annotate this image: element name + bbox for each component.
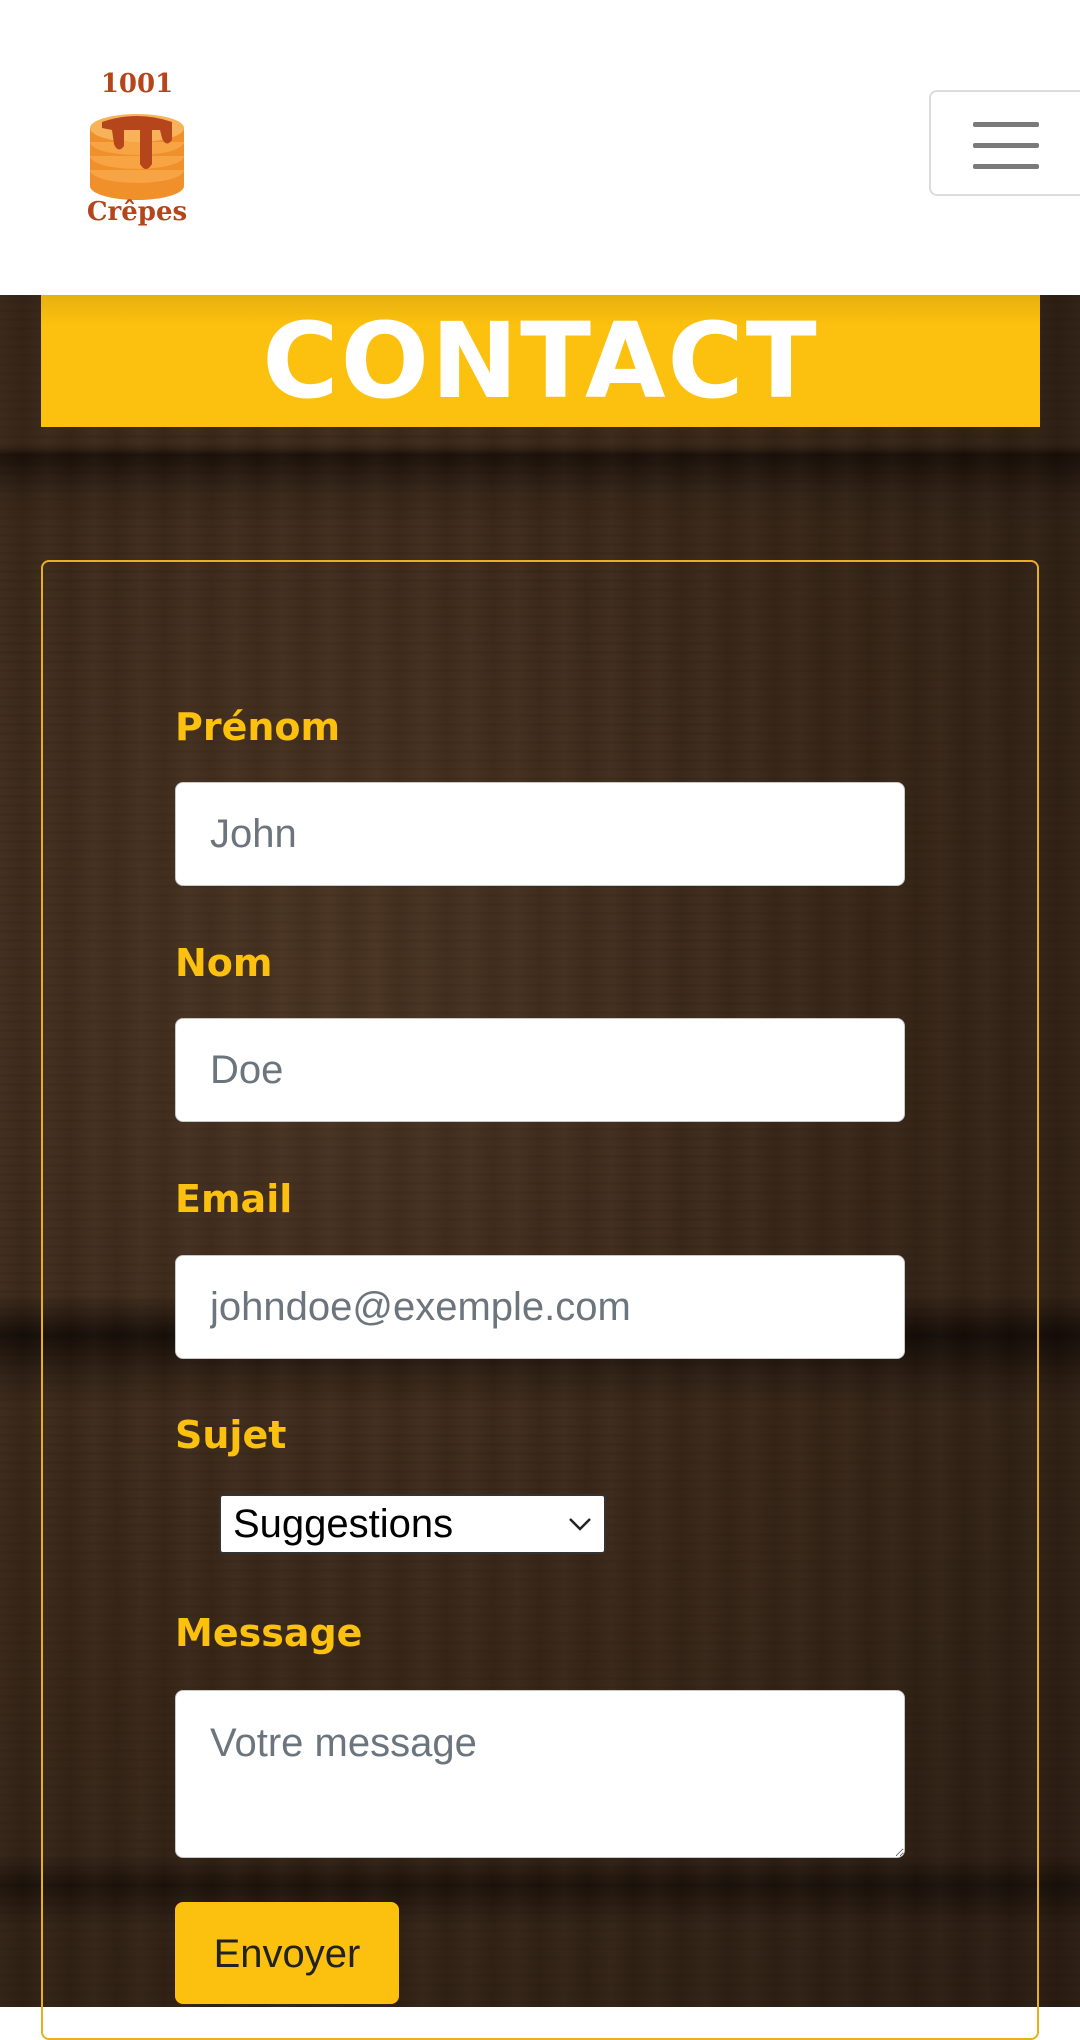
- crepe-stack-icon: 1001 Crêpes: [87, 69, 187, 227]
- contact-banner: CONTACT: [41, 295, 1040, 427]
- page-title: CONTACT: [262, 300, 819, 422]
- subject-selected-value: Suggestions: [233, 1501, 454, 1546]
- submit-button[interactable]: Envoyer: [175, 1902, 399, 2004]
- logo-name: Crêpes: [87, 197, 187, 226]
- email-input[interactable]: [175, 1255, 905, 1359]
- last-name-label: Nom: [175, 941, 273, 985]
- hamburger-icon: [973, 122, 1039, 127]
- last-name-input[interactable]: [175, 1018, 905, 1122]
- navbar: 1001 Crêpes: [0, 0, 1080, 295]
- menu-toggle-button[interactable]: [929, 90, 1080, 196]
- first-name-label: Prénom: [175, 705, 341, 749]
- message-textarea[interactable]: [175, 1690, 905, 1858]
- message-label: Message: [175, 1611, 363, 1655]
- subject-label: Sujet: [175, 1413, 287, 1457]
- logo[interactable]: 1001 Crêpes: [82, 66, 192, 227]
- subject-select[interactable]: Suggestions: [219, 1494, 606, 1554]
- chevron-down-icon: [569, 1518, 591, 1531]
- email-label: Email: [175, 1177, 293, 1221]
- first-name-input[interactable]: [175, 782, 905, 886]
- hamburger-icon-bottom-bar: [973, 164, 1039, 169]
- hamburger-icon-middle-bar: [973, 143, 1039, 148]
- logo-number: 1001: [101, 69, 173, 99]
